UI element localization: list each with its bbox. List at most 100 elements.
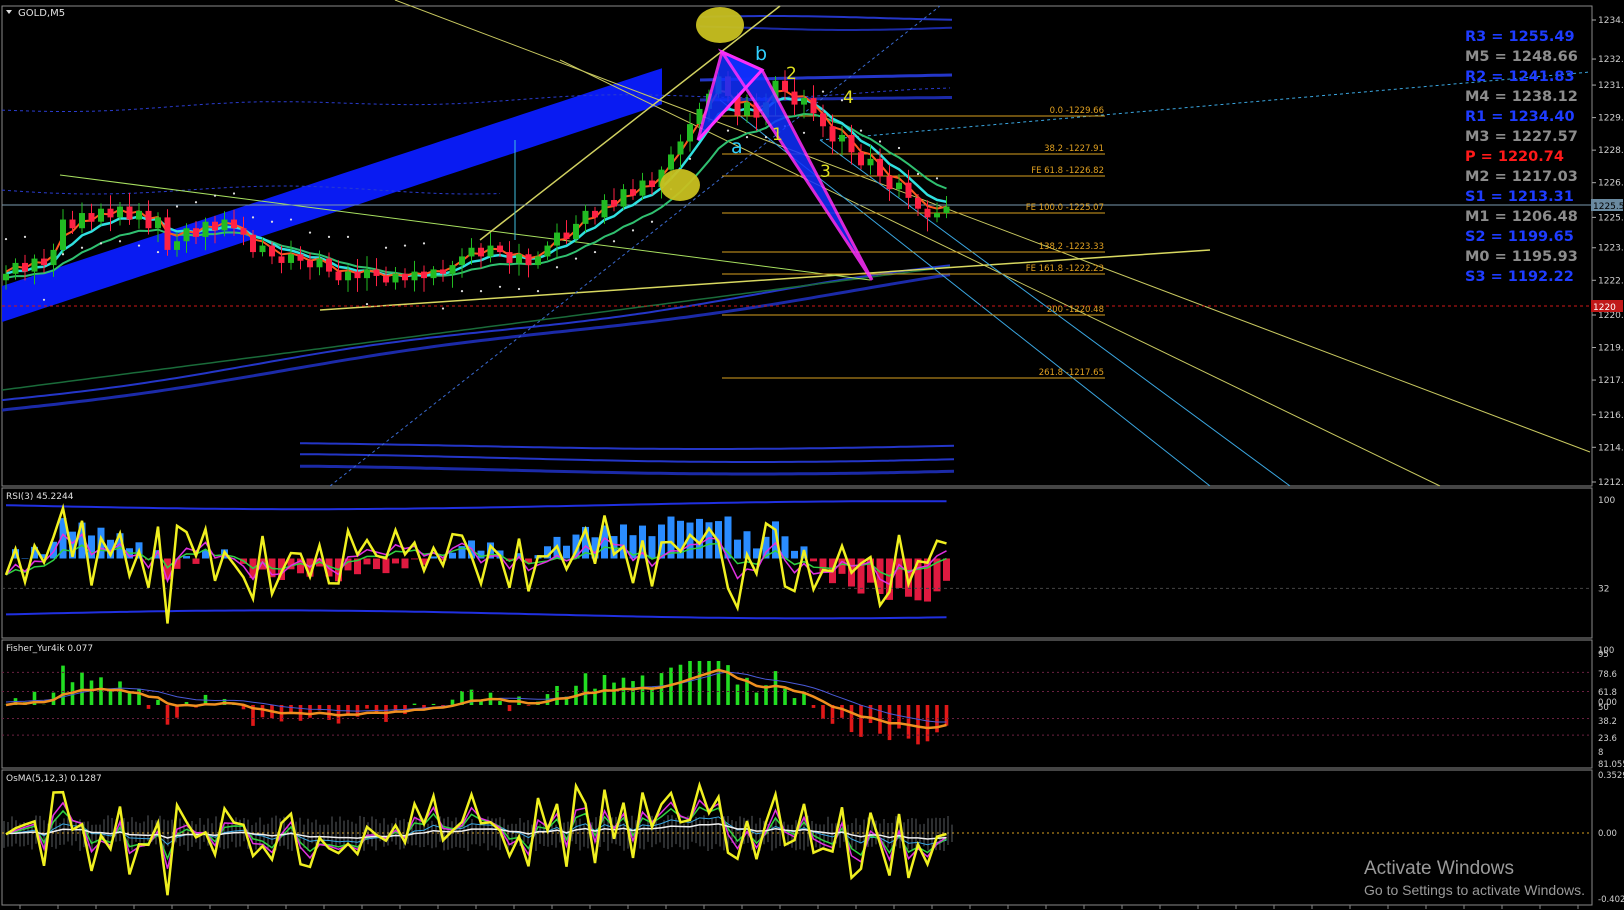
candle-body xyxy=(896,182,902,190)
harmonic-bcd xyxy=(717,48,874,281)
candle-body xyxy=(886,176,893,190)
price-axis-label: 1216.0 xyxy=(1598,411,1624,421)
osma-title: OsMA(5,12,3) 0.1287 xyxy=(6,774,102,784)
fisher-histogram-bar xyxy=(260,705,265,718)
sar-dot xyxy=(156,250,160,254)
fisher-histogram-bar xyxy=(156,699,160,705)
candle-body xyxy=(839,134,845,142)
candle-body xyxy=(649,180,655,188)
rsi-histogram-bar xyxy=(411,558,418,560)
candle-body xyxy=(221,219,228,231)
candle-body xyxy=(848,134,855,153)
candle-body xyxy=(383,275,389,283)
candle-body xyxy=(820,113,826,127)
fisher-histogram-bar xyxy=(859,705,863,737)
ma-bottom-3 xyxy=(300,442,955,450)
chart-window: 1234.2 1232.4 1231.2 1229.7 1228.2 1226.7 1225… xyxy=(0,0,1624,910)
rsi-histogram-bar xyxy=(648,536,656,559)
sar-dot xyxy=(61,253,65,256)
fisher-histogram-bar xyxy=(308,705,312,718)
candle-body xyxy=(611,200,617,207)
rsi-histogram-bar xyxy=(734,539,741,559)
candle-body xyxy=(335,271,342,281)
osma-scale-label: 0.00 xyxy=(1598,829,1617,839)
wave-marker-bottom xyxy=(660,169,700,201)
rsi-lower-band xyxy=(5,609,947,620)
price-axis-label: 1225.1 xyxy=(1598,213,1624,223)
osma-scale-label: -0.4021 xyxy=(1598,895,1624,905)
fisher-histogram-bar xyxy=(640,675,645,705)
candle-body xyxy=(573,223,579,240)
price-axis-label: 1217.6 xyxy=(1598,376,1624,386)
sar-dot xyxy=(441,307,445,310)
sar-dot xyxy=(631,229,635,232)
candle-body xyxy=(601,200,608,218)
rsi-histogram-bar xyxy=(791,550,798,559)
sar-dot xyxy=(802,131,806,134)
candle-body xyxy=(478,247,484,257)
candle-body xyxy=(915,197,921,209)
candle-body xyxy=(79,213,85,229)
sar-dot xyxy=(517,287,521,291)
fisher-histogram-bar xyxy=(498,701,502,705)
fisher-histogram-bar xyxy=(916,705,920,745)
trendline-yellow-support xyxy=(319,249,1211,311)
rsi-histogram-bar xyxy=(563,545,570,559)
gold-m5-chart[interactable]: 1234.2 1232.4 1231.2 1229.7 1228.2 1226.7 1225… xyxy=(0,0,1624,910)
pivot-M2: M2 = 1217.03 xyxy=(1465,169,1578,185)
candle-body xyxy=(525,254,532,266)
candle-body xyxy=(687,124,693,142)
fisher-histogram-bar xyxy=(507,705,512,712)
candle-body xyxy=(345,271,351,281)
fisher-scale-label: 23.6 xyxy=(1598,734,1617,744)
price-axis-label: 1222.2 xyxy=(1598,276,1624,286)
candle-body xyxy=(516,254,522,263)
candle-body xyxy=(791,91,798,105)
candle-body xyxy=(354,271,361,279)
sar-dot xyxy=(42,298,46,301)
wave-label-4: 4 xyxy=(843,88,854,108)
sar-dot xyxy=(403,244,407,247)
sar-dot xyxy=(574,257,578,260)
price-axis-label: 1214.5 xyxy=(1598,443,1624,453)
sar-dot xyxy=(251,216,255,219)
candle-body xyxy=(126,206,133,220)
candle-body xyxy=(877,158,883,177)
rsi-histogram-bar xyxy=(183,556,190,559)
pivot-R1: R1 = 1234.40 xyxy=(1465,109,1575,125)
sar-dot xyxy=(384,246,388,249)
candle-body xyxy=(620,189,627,207)
price-axis-label: 1229.7 xyxy=(1598,114,1624,124)
candle-body xyxy=(107,208,114,218)
sar-dot xyxy=(4,237,8,241)
candle-body xyxy=(554,232,560,246)
sar-dot xyxy=(555,266,559,269)
wave-label-b: b xyxy=(755,43,767,65)
activate-windows-watermark: Activate Windows Go to Settings to activ… xyxy=(1364,858,1585,898)
price-axis-label: 1219.1 xyxy=(1598,344,1624,354)
candle-body xyxy=(506,252,513,263)
sar-dot xyxy=(80,246,84,249)
fisher-histogram-bar xyxy=(431,703,436,705)
wave-label-1: 1 xyxy=(772,125,783,145)
sar-dot xyxy=(726,129,730,132)
sar-dot xyxy=(688,157,692,160)
pivot-M5: M5 = 1248.66 xyxy=(1465,49,1578,65)
fisher-histogram-bar xyxy=(583,673,588,705)
sar-dot xyxy=(460,290,464,293)
candle-body xyxy=(592,210,598,218)
candle-body xyxy=(231,219,237,229)
candle-body xyxy=(3,273,9,281)
fisher-histogram-bar xyxy=(754,692,759,705)
fisher-histogram-bar xyxy=(897,705,901,729)
fib-level-label: 200 -1220.48 xyxy=(1047,305,1104,315)
fisher-histogram-bar xyxy=(327,705,331,720)
fisher-histogram-bar xyxy=(108,690,113,705)
sar-dot xyxy=(213,194,217,197)
osma-scale-label: 0.3529 xyxy=(1598,771,1624,781)
candle-body xyxy=(668,154,674,170)
fib-level-label: 138.2 -1223.33 xyxy=(1039,242,1104,252)
candle-body xyxy=(801,98,807,105)
ma-long-1 xyxy=(1,273,951,412)
fisher-scale-label: 78.6 xyxy=(1598,670,1617,680)
